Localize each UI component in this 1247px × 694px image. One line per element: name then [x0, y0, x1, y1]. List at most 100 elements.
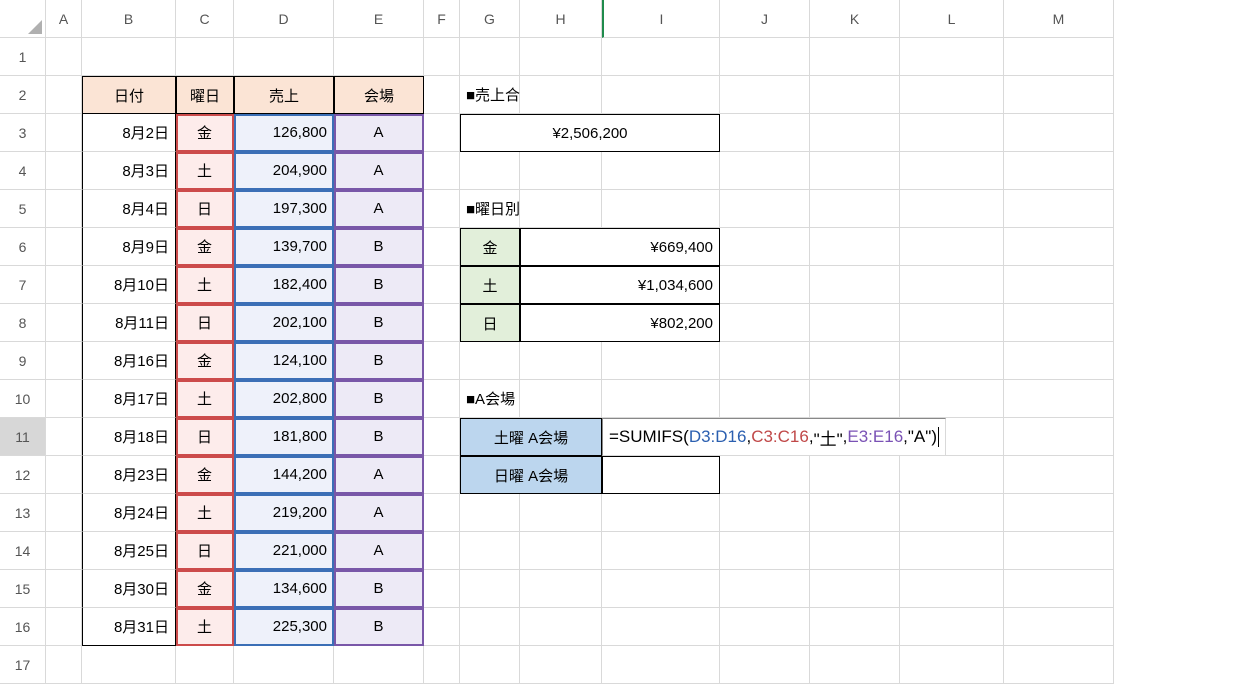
cell-M15[interactable]: [1004, 570, 1114, 608]
venue-cell[interactable]: B: [334, 304, 424, 342]
cell-F6[interactable]: [424, 228, 460, 266]
cell-F3[interactable]: [424, 114, 460, 152]
cell-H13[interactable]: [520, 494, 602, 532]
cell-L10[interactable]: [900, 380, 1004, 418]
cell-L3[interactable]: [900, 114, 1004, 152]
cell-L8[interactable]: [900, 304, 1004, 342]
cell-I13[interactable]: [602, 494, 720, 532]
cell-A8[interactable]: [46, 304, 82, 342]
cell-J16[interactable]: [720, 608, 810, 646]
cell-G16[interactable]: [460, 608, 520, 646]
sales-cell[interactable]: 219,200: [234, 494, 334, 532]
dow-cell[interactable]: 日: [176, 418, 234, 456]
cell-K12[interactable]: [810, 456, 900, 494]
sales-cell[interactable]: 126,800: [234, 114, 334, 152]
cell-K17[interactable]: [810, 646, 900, 684]
cell-L14[interactable]: [900, 532, 1004, 570]
row-header-16[interactable]: 16: [0, 608, 46, 646]
cell-M10[interactable]: [1004, 380, 1114, 418]
cell-A3[interactable]: [46, 114, 82, 152]
sales-cell[interactable]: 204,900: [234, 152, 334, 190]
row-header-7[interactable]: 7: [0, 266, 46, 304]
cell-M8[interactable]: [1004, 304, 1114, 342]
cell-H1[interactable]: [520, 38, 602, 76]
date-cell[interactable]: 8月17日: [82, 380, 176, 418]
cell-I10[interactable]: [602, 380, 720, 418]
column-header-K[interactable]: K: [810, 0, 900, 38]
cell-J9[interactable]: [720, 342, 810, 380]
cell-K3[interactable]: [810, 114, 900, 152]
col-header-venue[interactable]: 会場: [334, 76, 424, 114]
cell-H10[interactable]: [520, 380, 602, 418]
venue-cell[interactable]: B: [334, 418, 424, 456]
cell-I1[interactable]: [602, 38, 720, 76]
venue-row-label[interactable]: 土曜 A会場: [460, 418, 602, 456]
cell-I15[interactable]: [602, 570, 720, 608]
formula-editor[interactable]: =SUMIFS(D3:D16,C3:C16,"土",E3:E16,"A"): [602, 418, 946, 456]
column-header-H[interactable]: H: [520, 0, 602, 38]
row-header-1[interactable]: 1: [0, 38, 46, 76]
select-all-corner[interactable]: [0, 0, 46, 38]
cell-L1[interactable]: [900, 38, 1004, 76]
row-header-5[interactable]: 5: [0, 190, 46, 228]
cell-E1[interactable]: [334, 38, 424, 76]
cell-H17[interactable]: [520, 646, 602, 684]
bydow-dow[interactable]: 金: [460, 228, 520, 266]
date-cell[interactable]: 8月18日: [82, 418, 176, 456]
cell-M16[interactable]: [1004, 608, 1114, 646]
row-header-11[interactable]: 11: [0, 418, 46, 456]
cell-L17[interactable]: [900, 646, 1004, 684]
dow-cell[interactable]: 金: [176, 342, 234, 380]
column-header-J[interactable]: J: [720, 0, 810, 38]
date-cell[interactable]: 8月10日: [82, 266, 176, 304]
date-cell[interactable]: 8月4日: [82, 190, 176, 228]
cell-G15[interactable]: [460, 570, 520, 608]
cell-K6[interactable]: [810, 228, 900, 266]
cell-L9[interactable]: [900, 342, 1004, 380]
cell-A7[interactable]: [46, 266, 82, 304]
cell-M11[interactable]: [1004, 418, 1114, 456]
row-header-17[interactable]: 17: [0, 646, 46, 684]
cell-D1[interactable]: [234, 38, 334, 76]
cell-G17[interactable]: [460, 646, 520, 684]
cell-G13[interactable]: [460, 494, 520, 532]
cell-M13[interactable]: [1004, 494, 1114, 532]
cell-M2[interactable]: [1004, 76, 1114, 114]
cell-L4[interactable]: [900, 152, 1004, 190]
cell-C1[interactable]: [176, 38, 234, 76]
dow-cell[interactable]: 土: [176, 608, 234, 646]
bydow-dow[interactable]: 土: [460, 266, 520, 304]
cell-H5[interactable]: [520, 190, 602, 228]
cell-B17[interactable]: [82, 646, 176, 684]
row-header-9[interactable]: 9: [0, 342, 46, 380]
cell-B1[interactable]: [82, 38, 176, 76]
date-cell[interactable]: 8月2日: [82, 114, 176, 152]
cell-F14[interactable]: [424, 532, 460, 570]
cell-K15[interactable]: [810, 570, 900, 608]
date-cell[interactable]: 8月23日: [82, 456, 176, 494]
column-header-A[interactable]: A: [46, 0, 82, 38]
cell-L12[interactable]: [900, 456, 1004, 494]
sales-cell[interactable]: 144,200: [234, 456, 334, 494]
cell-J10[interactable]: [720, 380, 810, 418]
cell-M7[interactable]: [1004, 266, 1114, 304]
sales-cell[interactable]: 225,300: [234, 608, 334, 646]
cell-M5[interactable]: [1004, 190, 1114, 228]
cell-L15[interactable]: [900, 570, 1004, 608]
cell-E17[interactable]: [334, 646, 424, 684]
cell-M14[interactable]: [1004, 532, 1114, 570]
cell-M1[interactable]: [1004, 38, 1114, 76]
cell-I5[interactable]: [602, 190, 720, 228]
dow-cell[interactable]: 土: [176, 494, 234, 532]
cell-L2[interactable]: [900, 76, 1004, 114]
cell-F15[interactable]: [424, 570, 460, 608]
sales-cell[interactable]: 202,100: [234, 304, 334, 342]
spreadsheet-grid[interactable]: ABCDEFGHIJKLM12日付曜日売上会場■売上合計金額38月2日金126,…: [0, 0, 1247, 684]
row-header-12[interactable]: 12: [0, 456, 46, 494]
row-header-13[interactable]: 13: [0, 494, 46, 532]
cell-F5[interactable]: [424, 190, 460, 228]
column-header-I[interactable]: I: [602, 0, 720, 38]
row-header-10[interactable]: 10: [0, 380, 46, 418]
cell-J15[interactable]: [720, 570, 810, 608]
cell-J2[interactable]: [720, 76, 810, 114]
